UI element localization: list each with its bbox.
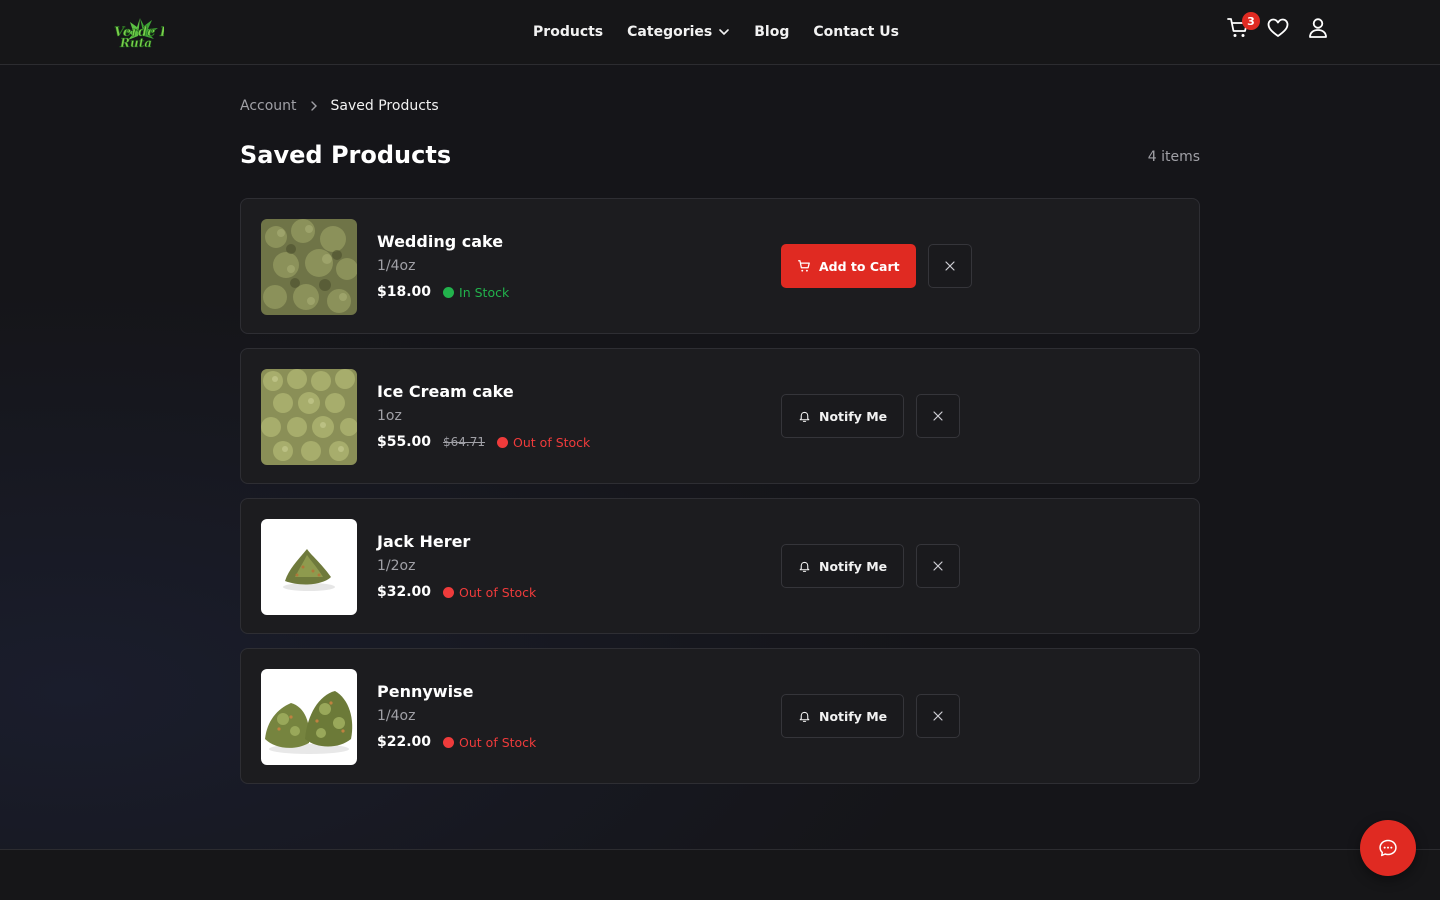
- product-size: 1oz: [377, 408, 402, 424]
- product-price: $22.00: [377, 734, 432, 750]
- stock-dot-icon: [497, 436, 509, 448]
- stock-dot-icon: [443, 586, 455, 598]
- product-price: $55.00: [377, 434, 432, 450]
- notify-me-button[interactable]: Notify Me: [781, 694, 905, 738]
- wishlist-button[interactable]: [1266, 16, 1290, 40]
- cart-count-badge: 3: [1242, 12, 1260, 30]
- product-name[interactable]: Ice Cream cake: [377, 382, 590, 402]
- heart-icon: [1267, 18, 1289, 37]
- close-icon: [933, 711, 943, 721]
- remove-button[interactable]: [916, 394, 961, 438]
- nav-categories[interactable]: Categories: [627, 24, 730, 40]
- item-count: 4 items: [1147, 149, 1200, 165]
- site-footer: [0, 849, 1440, 900]
- close-icon: [933, 561, 943, 571]
- chat-button[interactable]: [1360, 820, 1416, 876]
- notify-me-label: Notify Me: [819, 558, 888, 574]
- nav-products-label: Products: [533, 24, 604, 40]
- stock-label: Out of Stock: [459, 734, 537, 750]
- bell-icon: [799, 561, 810, 572]
- nav-blog[interactable]: Blog: [754, 24, 789, 40]
- nav-contact[interactable]: Contact Us: [813, 24, 899, 40]
- product-image[interactable]: [261, 219, 357, 315]
- product-size: 1/4oz: [377, 708, 416, 724]
- notify-me-label: Notify Me: [819, 708, 888, 724]
- chevron-right-icon: [310, 101, 317, 111]
- nav-products[interactable]: Products: [533, 24, 603, 40]
- account-button[interactable]: [1306, 16, 1330, 40]
- cart-icon: [798, 260, 810, 272]
- notify-me-label: Notify Me: [819, 408, 888, 424]
- bell-icon: [799, 711, 810, 722]
- main-nav: Products Categories Blog Contact Us: [0, 0, 1440, 64]
- breadcrumb: Account Saved Products: [240, 98, 439, 114]
- stock-status: Out of Stock: [443, 585, 536, 600]
- remove-button[interactable]: [916, 694, 961, 738]
- breadcrumb-current: Saved Products: [330, 98, 439, 114]
- remove-button[interactable]: [916, 544, 961, 588]
- product-name[interactable]: Pennywise: [377, 682, 536, 702]
- product-old-price: $64.71: [443, 435, 486, 449]
- remove-button[interactable]: [927, 244, 972, 288]
- product-card: Wedding cake 1/4oz $18.00 In Stock Add t…: [240, 198, 1200, 334]
- stock-label: Out of Stock: [513, 434, 591, 450]
- stock-dot-icon: [443, 736, 455, 748]
- stock-status: Out of Stock: [497, 435, 590, 450]
- product-price: $32.00: [377, 584, 432, 600]
- page-title: Saved Products: [240, 141, 452, 169]
- main-content: Account Saved Products Saved Products 4 …: [0, 65, 1440, 849]
- site-header: Verde Ruta Ruta Products Categories Blog…: [0, 0, 1440, 65]
- product-card: Ice Cream cake 1oz $55.00 $64.71 Out of …: [240, 348, 1200, 484]
- notify-me-button[interactable]: Notify Me: [781, 394, 905, 438]
- product-image[interactable]: [261, 669, 357, 765]
- product-card: Pennywise 1/4oz $22.00 Out of Stock Noti…: [240, 648, 1200, 784]
- product-image[interactable]: [261, 519, 357, 615]
- product-card: Jack Herer 1/2oz $32.00 Out of Stock Not…: [240, 498, 1200, 634]
- stock-dot-icon: [443, 286, 455, 298]
- product-name[interactable]: Wedding cake: [377, 232, 509, 252]
- close-icon: [944, 261, 955, 271]
- user-icon: [1309, 18, 1327, 38]
- stock-label: Out of Stock: [459, 584, 537, 600]
- product-size: 1/4oz: [377, 258, 416, 274]
- chat-icon: [1379, 839, 1397, 857]
- nav-contact-label: Contact Us: [813, 24, 899, 40]
- product-name[interactable]: Jack Herer: [377, 532, 536, 552]
- stock-status: In Stock: [443, 285, 509, 300]
- product-size: 1/2oz: [377, 558, 416, 574]
- close-icon: [933, 411, 943, 421]
- add-to-cart-label: Add to Cart: [819, 258, 900, 274]
- breadcrumb-account[interactable]: Account: [240, 98, 297, 114]
- stock-label: In Stock: [459, 284, 510, 300]
- product-price: $18.00: [377, 284, 432, 300]
- add-to-cart-button[interactable]: Add to Cart: [781, 244, 916, 288]
- notify-me-button[interactable]: Notify Me: [781, 544, 905, 588]
- nav-categories-label: Categories: [627, 24, 713, 40]
- cart-button[interactable]: 3: [1226, 12, 1260, 40]
- saved-products-list: Wedding cake 1/4oz $18.00 In Stock Add t…: [240, 198, 1200, 798]
- chevron-down-icon: [719, 29, 730, 36]
- product-image[interactable]: [261, 369, 357, 465]
- nav-blog-label: Blog: [754, 24, 790, 40]
- bell-icon: [799, 411, 810, 422]
- stock-status: Out of Stock: [443, 735, 536, 750]
